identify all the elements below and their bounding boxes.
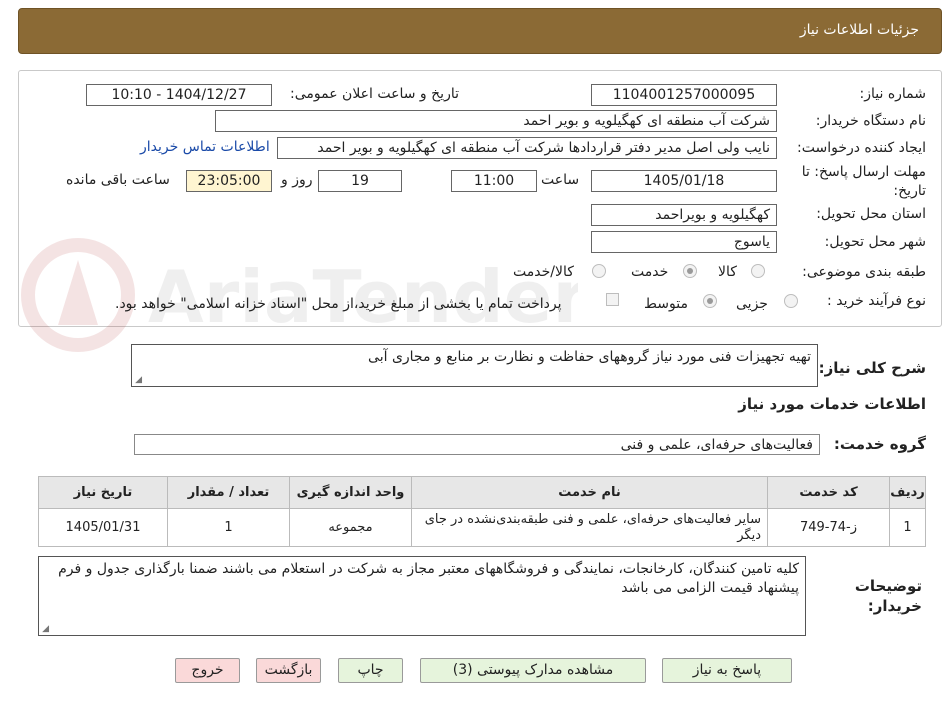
page-title: جزئیات اطلاعات نیاز: [799, 22, 919, 38]
cell-code: ز-74-749: [767, 508, 890, 547]
table-row: 1 ز-74-749 سایر فعالیت‌های حرفه‌ای، علمی…: [38, 508, 926, 547]
exit-button[interactable]: خروج: [175, 658, 240, 683]
announce-label: تاریخ و ساعت اعلان عمومی:: [290, 86, 459, 102]
requester-label: ایجاد کننده درخواست:: [797, 140, 926, 156]
buyer-notes-text: کلیه تامین کنندگان، کارخانجات، نمایندگی …: [58, 561, 799, 596]
category-service-radio[interactable]: [683, 264, 697, 278]
treasury-payment-note: پرداخت تمام یا بخشی از مبلغ خرید،از محل …: [115, 296, 562, 312]
service-group-field: فعالیت‌های حرفه‌ای، علمی و فنی: [134, 434, 820, 455]
cell-qty: 1: [167, 508, 290, 547]
category-label: طبقه بندی موضوعی:: [802, 264, 926, 280]
deadline-label: مهلت ارسال پاسخ: تا تاریخ:: [801, 164, 926, 199]
description-text: تهیه تجهیزات فنی مورد نیاز گروههای حفاظت…: [368, 349, 811, 365]
resize-grip-icon[interactable]: ◢: [134, 376, 142, 385]
category-goods-service-radio[interactable]: [592, 264, 606, 278]
days-label: روز و: [281, 172, 313, 188]
process-small-label: جزیی: [736, 296, 768, 312]
buyer-org-field: شرکت آب منطقه ای کهگیلویه و بویر احمد: [215, 110, 777, 132]
treasury-payment-checkbox[interactable]: [606, 293, 619, 306]
requester-field: نایب ولی اصل مدیر دفتر قراردادها شرکت آب…: [277, 137, 777, 159]
services-table: ردیف کد خدمت نام خدمت واحد اندازه گیری ت…: [38, 476, 926, 547]
need-number-label: شماره نیاز:: [859, 86, 927, 102]
cell-unit: مجموعه: [289, 508, 412, 547]
col-header-unit: واحد اندازه گیری: [289, 476, 412, 509]
col-header-row-no: ردیف: [889, 476, 926, 509]
cell-row-no: 1: [889, 508, 926, 547]
time-remaining-label: ساعت باقی مانده: [66, 172, 170, 188]
province-field: کهگیلویه و بویراحمد: [591, 204, 777, 226]
services-section-title: اطلاعات خدمات مورد نیاز: [738, 395, 926, 413]
deadline-date-field: 1405/01/18: [591, 170, 777, 192]
city-label: شهر محل تحویل:: [824, 234, 926, 250]
province-label: استان محل تحویل:: [816, 206, 926, 222]
buyer-org-label: نام دستگاه خریدار:: [815, 113, 926, 129]
resize-grip-icon[interactable]: ◢: [41, 625, 49, 634]
need-number-field: 1104001257000095: [591, 84, 777, 106]
process-label: نوع فرآیند خرید :: [827, 293, 926, 309]
description-textarea[interactable]: تهیه تجهیزات فنی مورد نیاز گروههای حفاظت…: [131, 344, 818, 387]
process-small-radio[interactable]: [784, 294, 798, 308]
category-goods-service-label: کالا/خدمت: [513, 264, 574, 280]
view-attachments-button[interactable]: مشاهده مدارک پیوستی (3): [420, 658, 646, 683]
buyer-notes-textarea[interactable]: کلیه تامین کنندگان، کارخانجات، نمایندگی …: [38, 556, 806, 636]
announce-datetime-field: 1404/12/27 - 10:10: [86, 84, 272, 106]
cell-name: سایر فعالیت‌های حرفه‌ای، علمی و فنی طبقه…: [411, 508, 768, 547]
table-header-row: ردیف کد خدمت نام خدمت واحد اندازه گیری ت…: [38, 476, 926, 509]
category-service-label: خدمت: [631, 264, 669, 280]
category-goods-radio[interactable]: [751, 264, 765, 278]
print-button[interactable]: چاپ: [338, 658, 403, 683]
col-header-qty: تعداد / مقدار: [167, 476, 290, 509]
col-header-code: کد خدمت: [767, 476, 890, 509]
category-goods-label: کالا: [718, 264, 737, 280]
buyer-notes-label: توضیحات خریدار:: [854, 577, 922, 615]
deadline-time-label: ساعت: [541, 172, 580, 188]
days-remaining-field: 19: [318, 170, 402, 192]
col-header-name: نام خدمت: [411, 476, 768, 509]
process-medium-label: متوسط: [644, 296, 688, 312]
deadline-time-field: 11:00: [451, 170, 537, 192]
page-header: جزئیات اطلاعات نیاز: [18, 8, 942, 54]
city-field: یاسوج: [591, 231, 777, 253]
service-group-label: گروه خدمت:: [833, 435, 926, 453]
description-label: شرح کلی نیاز:: [818, 359, 926, 377]
time-remaining-field: 23:05:00: [186, 170, 272, 192]
buyer-contact-link[interactable]: اطلاعات تماس خریدار: [140, 139, 270, 155]
process-medium-radio[interactable]: [703, 294, 717, 308]
reply-button[interactable]: پاسخ به نیاز: [662, 658, 792, 683]
cell-date: 1405/01/31: [38, 508, 168, 547]
back-button[interactable]: بازگشت: [256, 658, 321, 683]
watermark-logo: AriaTender.neT: [21, 238, 578, 352]
col-header-date: تاریخ نیاز: [38, 476, 168, 509]
